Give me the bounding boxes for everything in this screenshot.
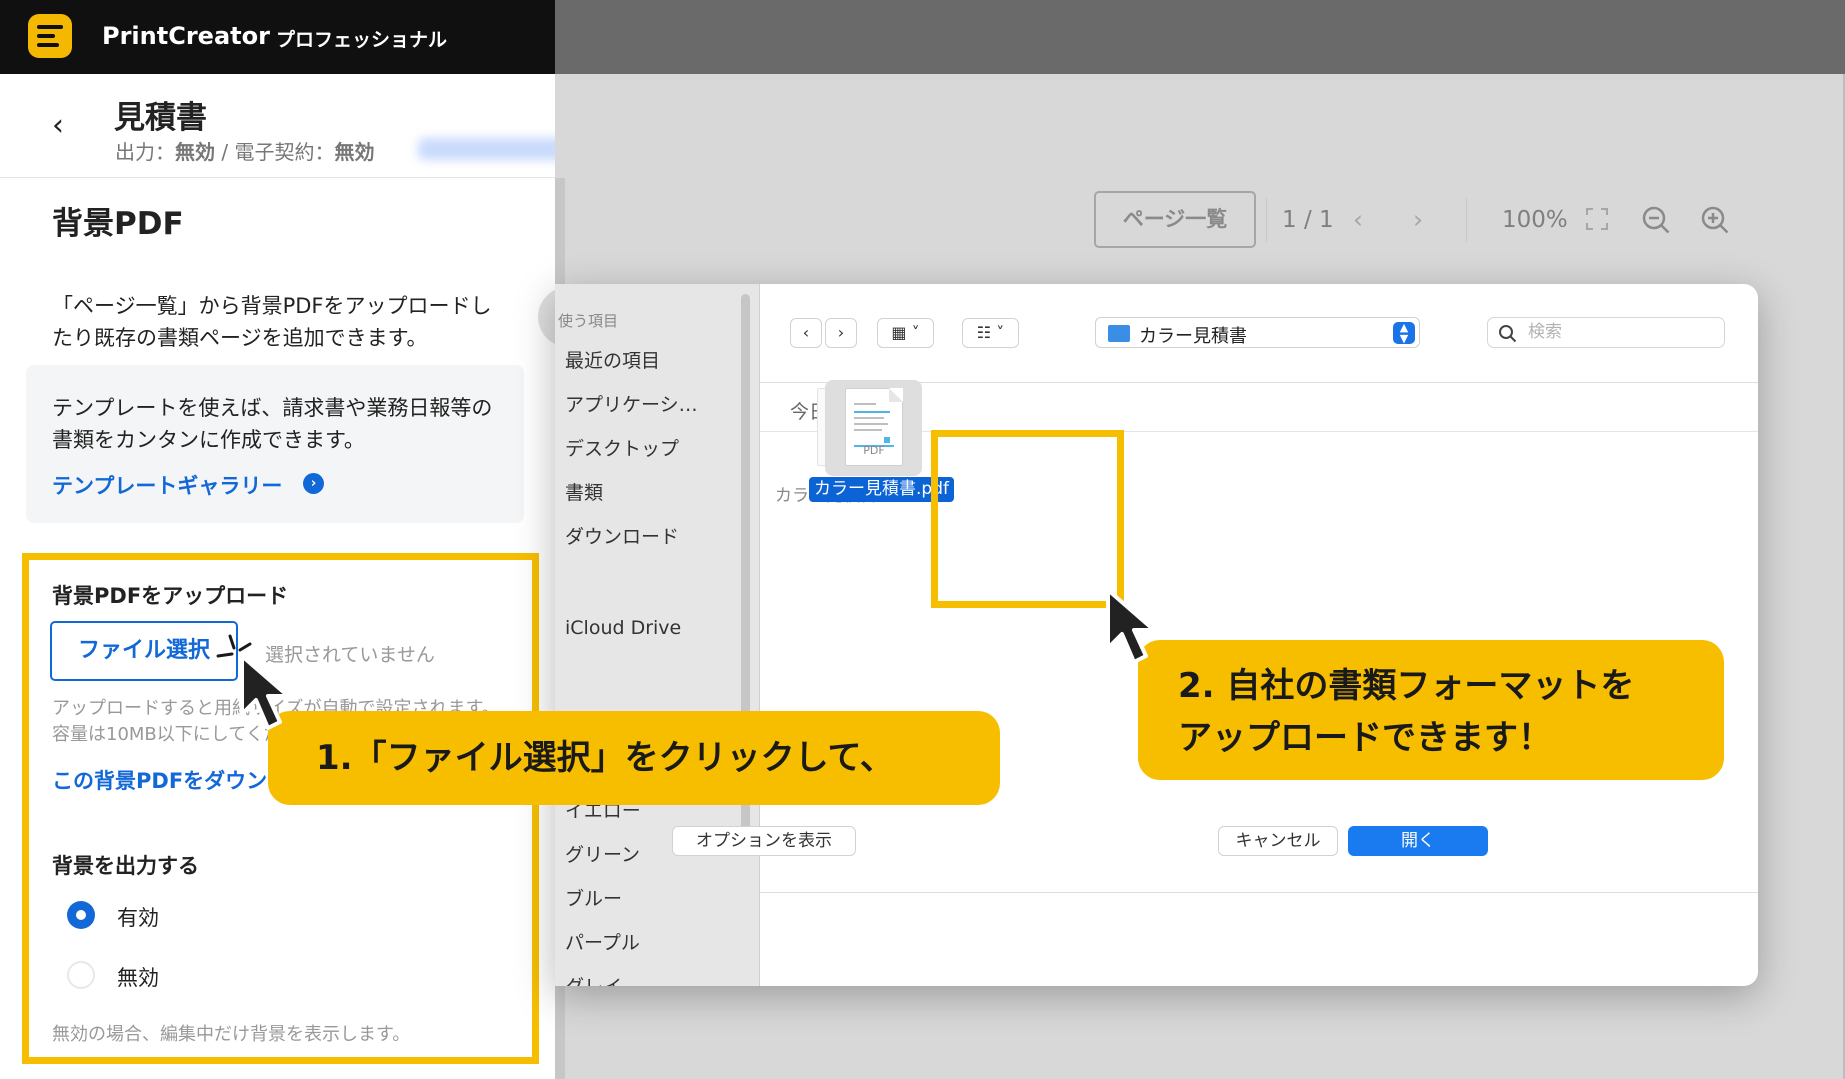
folder-icon [1108, 325, 1130, 342]
sidebar-item-documents[interactable]: 書類 [565, 478, 603, 505]
step-2-line-1: 2. 自社の書類フォーマットを [1178, 666, 1635, 706]
step-2-callout: 2. 自社の書類フォーマットを アップロードできます！ [1138, 640, 1724, 780]
next-page-icon[interactable]: › [1413, 205, 1423, 234]
output-status-label: 出力： [115, 140, 175, 164]
app-name: PrintCreator [102, 22, 270, 50]
output-note: 無効の場合、編集中だけ背景を表示します。 [52, 1024, 411, 1045]
sidebar-item-tag-blue[interactable]: ブルー [565, 884, 622, 911]
radio-label-disabled[interactable]: 無効 [117, 962, 159, 992]
nav-back-button[interactable]: ‹ [790, 318, 822, 348]
radio-label-enabled[interactable]: 有効 [117, 902, 159, 932]
nav-forward-button[interactable]: › [825, 318, 857, 348]
step-1-callout: 1.「ファイル選択」をクリックして、 [268, 711, 1000, 805]
search-field[interactable] [1487, 317, 1725, 348]
file-type-tag: PDF [863, 444, 885, 457]
app-edition: プロフェッショナル [276, 29, 448, 51]
back-chevron-icon[interactable]: ‹ [52, 108, 64, 143]
pdf-file-icon: PDF [845, 388, 903, 466]
sidebar-heading: 使う項目 [558, 312, 619, 330]
contract-status-value: 無効 [334, 140, 375, 164]
folder-name: カラー見積書 [1139, 326, 1247, 347]
section-title: 背景PDF [52, 206, 184, 242]
preview-header-dimmed [555, 0, 1845, 74]
mouse-pointer-icon [240, 654, 290, 730]
group-view-button[interactable]: ☷ ˅ [962, 318, 1019, 348]
sidebar-item-desktop[interactable]: デスクトップ [565, 434, 679, 461]
output-status-value: 無効 [175, 140, 215, 164]
show-options-button[interactable]: オプションを表示 [672, 826, 856, 856]
sidebar-item-downloads[interactable]: ダウンロード [565, 522, 679, 549]
toolbar-divider [1466, 198, 1467, 242]
mouse-pointer-icon [1106, 588, 1156, 664]
toolbar-divider [1266, 198, 1267, 242]
section-intro: 「ページ一覧」から背景PDFをアップロードしたり既存の書類ページを追加できます。 [52, 294, 492, 350]
document-title: 見積書 [114, 100, 207, 136]
radio-output-disabled[interactable] [67, 961, 95, 989]
zoom-level: 100% [1502, 207, 1568, 233]
fit-screen-icon[interactable] [1585, 207, 1609, 231]
pdf-highlight-frame [931, 430, 1124, 608]
open-button[interactable]: 開く [1348, 826, 1488, 856]
search-input[interactable] [1528, 322, 1708, 342]
sidebar-item-tag-gray[interactable]: グレイ [565, 972, 622, 986]
upload-label: 背景PDFをアップロード [52, 584, 289, 608]
meta-separator: / [215, 140, 235, 164]
search-icon [1499, 325, 1517, 343]
zoom-in-icon[interactable] [1699, 204, 1731, 236]
header-divider [0, 177, 555, 178]
template-gallery-link[interactable]: テンプレートギャラリー [52, 470, 282, 500]
radio-output-enabled[interactable] [67, 901, 95, 929]
document-meta: 出力：無効 / 電子契約：無効 [115, 136, 374, 165]
sidebar-item-tag-green[interactable]: グリーン [565, 840, 640, 867]
dialog-sidebar: 使う項目 最近の項目 アプリケーシ… デスクトップ 書類 ダウンロード iClo… [555, 284, 760, 986]
step-2-line-2: アップロードできます！ [1178, 718, 1552, 758]
template-tip-text: テンプレートを使えば、請求書や業務日報等の書類をカンタンに作成できます。 [52, 396, 493, 452]
sidebar-item-applications[interactable]: アプリケーシ… [565, 390, 698, 417]
page-indicator: 1 / 1 [1282, 207, 1334, 233]
output-label: 背景を出力する [52, 854, 199, 878]
prev-page-icon[interactable]: ‹ [1353, 205, 1363, 234]
contract-status-label: 電子契約： [234, 140, 335, 164]
page-list-button[interactable]: ページ一覧 [1094, 191, 1256, 248]
cancel-button[interactable]: キャンセル [1218, 826, 1338, 856]
file-select-button[interactable]: ファイル選択 [50, 621, 238, 681]
view-icons-button[interactable]: ▦ ˅ [877, 318, 934, 348]
folder-select[interactable]: カラー見積書 ▲ ▼ [1095, 317, 1420, 348]
zoom-out-icon[interactable] [1640, 204, 1672, 236]
sidebar-item-tag-purple[interactable]: パープル [565, 928, 640, 955]
chevron-right-circle-icon[interactable]: › [303, 473, 324, 494]
dialog-footer-divider [760, 892, 1758, 893]
updown-chevron-icon: ▲ ▼ [1393, 322, 1415, 344]
printcreator-logo-icon [28, 14, 72, 58]
sidebar-item-recent[interactable]: 最近の項目 [565, 346, 660, 373]
sidebar-item-icloud[interactable]: iCloud Drive [565, 617, 681, 639]
